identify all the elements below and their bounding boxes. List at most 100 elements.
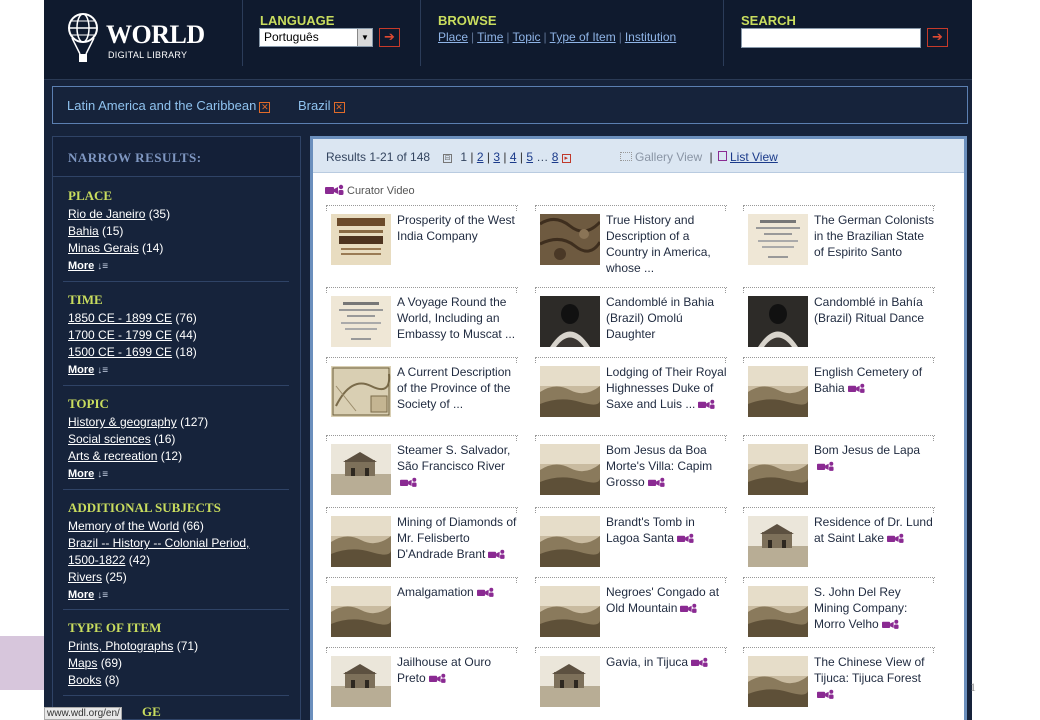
result-thumbnail[interactable] <box>331 366 391 417</box>
list-view-toggle[interactable]: List View <box>718 150 778 164</box>
result-title[interactable]: Jailhouse at Ouro Preto <box>397 654 519 686</box>
facet-item[interactable]: Memory of the World (66) <box>68 518 288 535</box>
facet-item[interactable]: Brazil -- History -- Colonial Period, <box>68 535 288 552</box>
result-thumbnail[interactable] <box>540 656 600 707</box>
result-thumbnail[interactable] <box>331 516 391 567</box>
language-select[interactable]: Português ▼ <box>259 28 373 47</box>
filter-chip[interactable]: Brazil ✕ <box>298 98 345 113</box>
result-card[interactable]: Mining of Diamonds of Mr. Felisberto D'A… <box>326 507 518 571</box>
page-link[interactable]: 8 <box>552 150 559 164</box>
page-link[interactable]: 2 <box>477 150 484 164</box>
first-page-icon[interactable]: ⊟ <box>443 154 452 163</box>
browse-link-topic[interactable]: Topic <box>513 30 541 44</box>
search-go-button[interactable]: ➔ <box>927 28 948 47</box>
more-link[interactable]: More ↓≡ <box>68 586 288 605</box>
facet-item[interactable]: Maps (69) <box>68 655 288 672</box>
result-title[interactable]: True History and Description of a Countr… <box>606 212 728 276</box>
result-title[interactable]: Candomblé in Bahia (Brazil) Omolú Daught… <box>606 294 728 342</box>
result-card[interactable]: Jailhouse at Ouro Preto <box>326 647 518 711</box>
result-card[interactable]: Candomblé in Bahía (Brazil) Ritual Dance <box>743 287 935 351</box>
facet-item[interactable]: 1700 CE - 1799 CE (44) <box>68 327 288 344</box>
search-input[interactable] <box>741 28 921 48</box>
result-thumbnail[interactable] <box>540 366 600 417</box>
result-title[interactable]: A Voyage Round the World, Including an E… <box>397 294 519 342</box>
remove-filter-icon[interactable]: ✕ <box>259 102 271 113</box>
page-link[interactable]: 3 <box>493 150 500 164</box>
result-thumbnail[interactable] <box>748 516 808 567</box>
result-thumbnail[interactable] <box>748 586 808 637</box>
result-thumbnail[interactable] <box>331 444 391 495</box>
result-card[interactable]: Gavia, in Tijuca <box>535 647 727 711</box>
result-title[interactable]: Brandt's Tomb in Lagoa Santa <box>606 514 728 546</box>
result-thumbnail[interactable] <box>331 656 391 707</box>
more-link[interactable]: More ↓≡ <box>68 257 288 276</box>
result-thumbnail[interactable] <box>540 516 600 567</box>
result-thumbnail[interactable] <box>331 296 391 347</box>
result-card[interactable]: A Voyage Round the World, Including an E… <box>326 287 518 351</box>
result-card[interactable]: S. John Del Rey Mining Company: Morro Ve… <box>743 577 935 641</box>
facet-item[interactable]: Prints, Photographs (71) <box>68 638 288 655</box>
result-title[interactable]: A Current Description of the Province of… <box>397 364 519 412</box>
result-card[interactable]: Brandt's Tomb in Lagoa Santa <box>535 507 727 571</box>
page-link[interactable]: 5 <box>526 150 533 164</box>
language-go-button[interactable]: ➔ <box>379 28 400 47</box>
filter-chip[interactable]: Latin America and the Caribbean ✕ <box>67 98 271 113</box>
more-link[interactable]: More ↓≡ <box>68 361 288 380</box>
result-card[interactable]: Residence of Dr. Lund at Saint Lake <box>743 507 935 571</box>
browse-link-place[interactable]: Place <box>438 30 468 44</box>
facet-item[interactable]: 1850 CE - 1899 CE (76) <box>68 310 288 327</box>
result-title[interactable]: The Chinese View of Tijuca: Tijuca Fores… <box>814 654 936 702</box>
result-card[interactable]: Amalgamation <box>326 577 518 641</box>
result-title[interactable]: The German Colonists in the Brazilian St… <box>814 212 936 260</box>
result-thumbnail[interactable] <box>748 214 808 265</box>
result-card[interactable]: Bom Jesus de Lapa <box>743 435 935 499</box>
site-logo[interactable]: WORLD DIGITAL LIBRARY <box>66 12 206 66</box>
result-title[interactable]: Steamer S. Salvador, São Francisco River <box>397 442 519 490</box>
facet-item[interactable]: History & geography (127) <box>68 414 288 431</box>
result-title[interactable]: Bom Jesus de Lapa <box>814 442 936 474</box>
result-card[interactable]: Candomblé in Bahia (Brazil) Omolú Daught… <box>535 287 727 351</box>
facet-item[interactable]: Bahia (15) <box>68 223 288 240</box>
remove-filter-icon[interactable]: ✕ <box>333 102 345 113</box>
result-thumbnail[interactable] <box>331 586 391 637</box>
result-title[interactable]: Negroes' Congado at Old Mountain <box>606 584 728 616</box>
result-title[interactable]: Mining of Diamonds of Mr. Felisberto D'A… <box>397 514 519 562</box>
result-card[interactable]: Lodging of Their Royal Highnesses Duke o… <box>535 357 727 421</box>
result-title[interactable]: Bom Jesus da Boa Morte's Villa: Capim Gr… <box>606 442 728 490</box>
result-card[interactable]: Negroes' Congado at Old Mountain <box>535 577 727 641</box>
facet-item[interactable]: Social sciences (16) <box>68 431 288 448</box>
result-title[interactable]: Prosperity of the West India Company <box>397 212 519 244</box>
result-title[interactable]: English Cemetery of Bahia <box>814 364 936 396</box>
result-thumbnail[interactable] <box>540 444 600 495</box>
result-card[interactable]: Bom Jesus da Boa Morte's Villa: Capim Gr… <box>535 435 727 499</box>
gallery-view-toggle[interactable]: Gallery View | <box>620 150 717 164</box>
chevron-down-icon[interactable]: ▼ <box>357 29 372 46</box>
facet-item[interactable]: Books (8) <box>68 672 288 689</box>
result-card[interactable]: True History and Description of a Countr… <box>535 205 727 275</box>
result-title[interactable]: Gavia, in Tijuca <box>606 654 728 670</box>
result-title[interactable]: Candomblé in Bahía (Brazil) Ritual Dance <box>814 294 936 326</box>
result-card[interactable]: Steamer S. Salvador, São Francisco River <box>326 435 518 499</box>
result-title[interactable]: Amalgamation <box>397 584 519 600</box>
result-title[interactable]: S. John Del Rey Mining Company: Morro Ve… <box>814 584 936 632</box>
result-thumbnail[interactable] <box>748 366 808 417</box>
facet-item[interactable]: 1500 CE - 1699 CE (18) <box>68 344 288 361</box>
result-card[interactable]: Prosperity of the West India Company <box>326 205 518 269</box>
result-thumbnail[interactable] <box>540 586 600 637</box>
browse-link-time[interactable]: Time <box>477 30 503 44</box>
browse-link-type-of-item[interactable]: Type of Item <box>550 30 616 44</box>
facet-item[interactable]: Rio de Janeiro (35) <box>68 206 288 223</box>
result-card[interactable]: The German Colonists in the Brazilian St… <box>743 205 935 269</box>
result-thumbnail[interactable] <box>540 296 600 347</box>
result-card[interactable]: A Current Description of the Province of… <box>326 357 518 421</box>
page-link[interactable]: 4 <box>510 150 517 164</box>
facet-item[interactable]: Rivers (25) <box>68 569 288 586</box>
facet-item[interactable]: Minas Gerais (14) <box>68 240 288 257</box>
next-page-icon[interactable]: ▸ <box>561 154 571 163</box>
result-thumbnail[interactable] <box>748 296 808 347</box>
facet-item[interactable]: Arts & recreation (12) <box>68 448 288 465</box>
result-card[interactable]: English Cemetery of Bahia <box>743 357 935 421</box>
more-link[interactable]: More ↓≡ <box>68 465 288 484</box>
result-card[interactable]: The Chinese View of Tijuca: Tijuca Fores… <box>743 647 935 711</box>
result-thumbnail[interactable] <box>540 214 600 265</box>
